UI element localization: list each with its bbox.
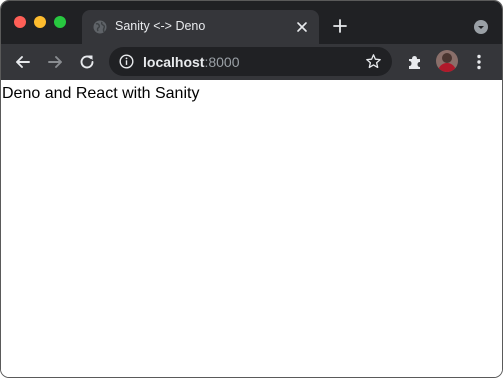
page-content: Deno and React with Sanity: [1, 80, 502, 377]
reload-icon[interactable]: [77, 52, 97, 72]
kebab-menu-icon[interactable]: [469, 52, 489, 72]
new-tab-icon[interactable]: [332, 18, 348, 34]
browser-window: Sanity <-> Deno localhost:8000 Deno and …: [0, 0, 503, 378]
toolbar: localhost:8000: [1, 44, 502, 80]
tab-strip: Sanity <-> Deno: [1, 1, 502, 44]
star-icon[interactable]: [365, 53, 382, 70]
url-text[interactable]: localhost:8000: [143, 54, 240, 70]
info-icon[interactable]: [119, 54, 134, 69]
window-maximize-button[interactable]: [54, 16, 66, 28]
tab-search-icon[interactable]: [474, 20, 488, 34]
arrow-left-icon[interactable]: [13, 52, 33, 72]
page-heading: Deno and React with Sanity: [2, 85, 200, 102]
close-icon[interactable]: [295, 20, 309, 34]
window-minimize-button[interactable]: [34, 16, 46, 28]
avatar-head: [442, 53, 452, 63]
arrow-right-icon[interactable]: [45, 52, 65, 72]
url-host: localhost: [143, 54, 205, 70]
address-bar[interactable]: localhost:8000: [109, 47, 392, 76]
window-close-button[interactable]: [14, 16, 26, 28]
globe-icon: [93, 20, 107, 34]
avatar[interactable]: [436, 50, 458, 72]
tab-title: Sanity <-> Deno: [115, 19, 206, 33]
puzzle-icon[interactable]: [405, 52, 425, 72]
tab-active[interactable]: Sanity <-> Deno: [82, 10, 319, 44]
url-port: :8000: [204, 54, 240, 70]
avatar-body: [438, 63, 456, 72]
